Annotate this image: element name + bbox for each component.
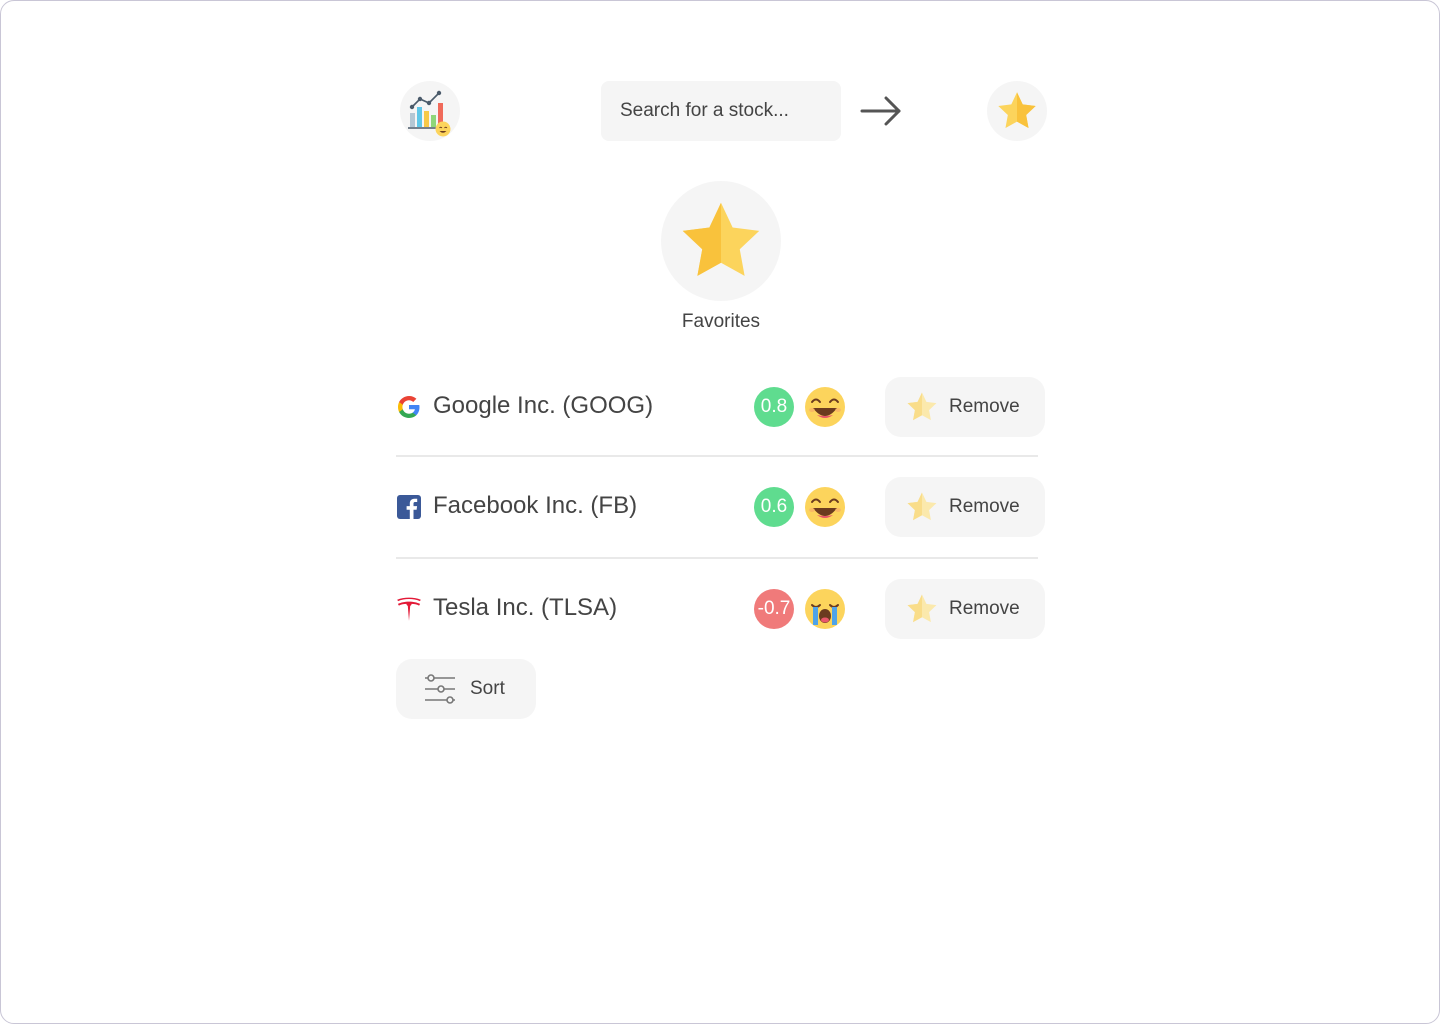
sort-button[interactable]: Sort	[396, 659, 536, 719]
remove-label: Remove	[949, 598, 1020, 619]
stock-row: Tesla Inc. (TLSA) -0.7 Remove	[396, 579, 1046, 639]
star-icon	[907, 392, 937, 421]
sentiment-score-badge: 0.6	[754, 487, 794, 527]
remove-label: Remove	[949, 496, 1020, 517]
sliders-icon	[425, 674, 455, 704]
tesla-icon	[396, 596, 422, 622]
happy-face-icon	[805, 487, 845, 527]
happy-face-icon	[805, 387, 845, 427]
stock-name: Facebook Inc. (FB)	[433, 492, 638, 519]
star-icon	[682, 202, 760, 276]
stock-name: Tesla Inc. (TLSA)	[433, 594, 618, 621]
facebook-icon	[396, 494, 422, 520]
page-title: Favorites	[681, 311, 761, 332]
favorites-button[interactable]	[987, 81, 1047, 141]
arrow-right-icon[interactable]	[859, 93, 903, 129]
remove-button[interactable]: Remove	[885, 477, 1045, 537]
remove-label: Remove	[949, 396, 1020, 417]
stock-chart-emoji-icon	[408, 90, 451, 137]
google-icon	[396, 394, 422, 420]
search-input[interactable]	[601, 81, 841, 141]
stock-row: Facebook Inc. (FB) 0.6 Remove	[396, 477, 1046, 537]
app-logo[interactable]	[400, 81, 460, 141]
sort-label: Sort	[470, 678, 505, 699]
app-window: Favorites Google Inc. (GOOG) 0.8	[0, 0, 1440, 1024]
remove-button[interactable]: Remove	[885, 377, 1045, 437]
sentiment-score-badge: 0.8	[754, 387, 794, 427]
star-icon	[907, 492, 937, 521]
star-icon	[907, 594, 937, 623]
favorites-hero-icon-container	[661, 181, 781, 301]
crying-face-icon	[805, 589, 845, 629]
sentiment-score-badge: -0.7	[754, 589, 794, 629]
star-icon	[998, 92, 1036, 129]
row-divider	[396, 557, 1038, 559]
stock-name: Google Inc. (GOOG)	[433, 392, 654, 419]
row-divider	[396, 455, 1038, 457]
stock-row: Google Inc. (GOOG) 0.8 Remove	[396, 377, 1046, 437]
remove-button[interactable]: Remove	[885, 579, 1045, 639]
